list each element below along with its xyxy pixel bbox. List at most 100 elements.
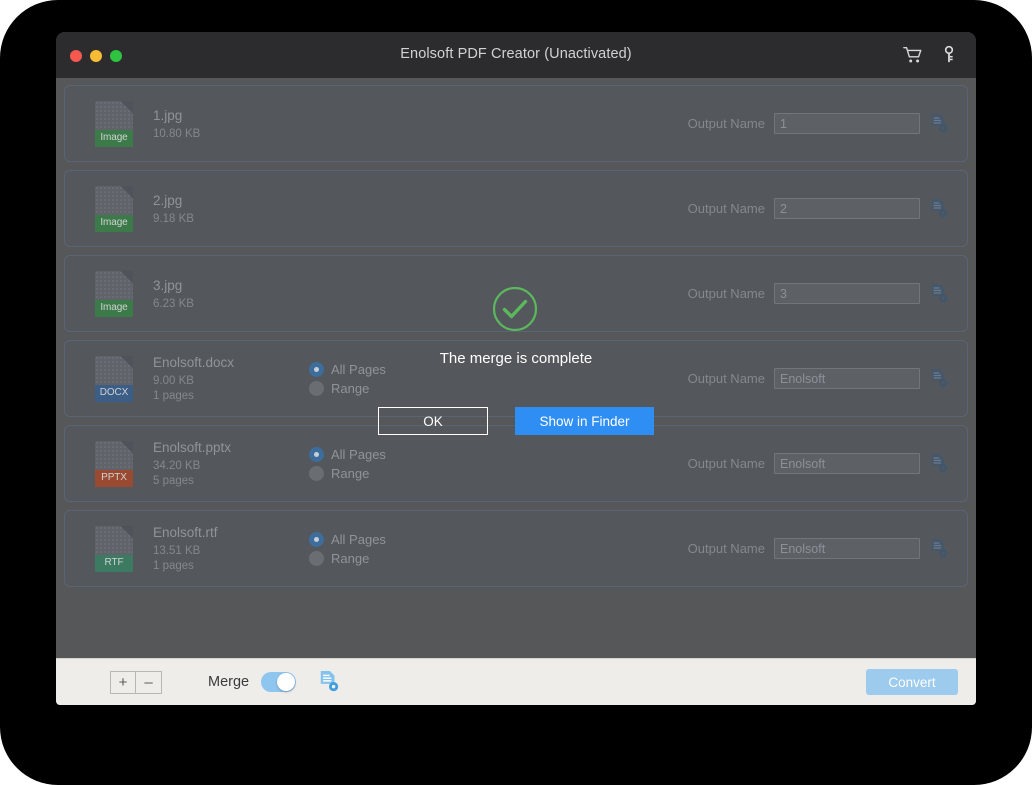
file-type-badge: Image — [95, 214, 133, 232]
output-name-group: Output Name — [688, 198, 967, 220]
file-type-icon: Image — [95, 185, 133, 232]
output-name-input[interactable] — [774, 283, 920, 304]
file-list: Image 1.jpg 10.80 KB Output Name Image 2.jpg 9… — [56, 78, 976, 658]
file-size: 9.18 KB — [153, 212, 194, 225]
add-remove-group: + – — [110, 670, 162, 694]
file-type-badge: DOCX — [95, 384, 133, 402]
output-name-label: Output Name — [687, 541, 765, 556]
output-name-group: Output Name — [688, 538, 967, 560]
radio-range[interactable]: Range — [309, 465, 489, 481]
ok-button[interactable]: OK — [378, 407, 488, 435]
radio-all-pages-indicator — [309, 446, 324, 462]
file-page-count: 1 pages — [153, 560, 194, 572]
radio-all-pages-label: All Pages — [331, 446, 386, 462]
file-row[interactable]: Image 2.jpg 9.18 KB Output Name — [64, 170, 968, 247]
output-name-label: Output Name — [687, 116, 765, 131]
radio-all-pages[interactable]: All Pages — [309, 446, 489, 462]
output-name-group: Output Name — [688, 368, 967, 390]
window-title: Enolsoft PDF Creator (Unactivated) — [400, 46, 632, 62]
file-name: 1.jpg — [153, 107, 183, 123]
file-type-icon: PPTX — [95, 440, 133, 487]
file-info: 3.jpg 6.23 KB — [153, 278, 303, 310]
file-type-icon: RTF — [95, 525, 133, 572]
output-name-group: Output Name — [688, 453, 967, 475]
output-settings-icon[interactable] — [929, 538, 949, 560]
output-name-label: Output Name — [687, 286, 765, 301]
titlebar-actions — [902, 43, 960, 67]
output-name-input[interactable] — [774, 198, 920, 219]
file-row[interactable]: Image 1.jpg 10.80 KB Output Name — [64, 85, 968, 162]
remove-file-button[interactable]: – — [136, 670, 162, 694]
radio-all-pages[interactable]: All Pages — [309, 531, 489, 547]
file-type-badge: PPTX — [95, 469, 133, 487]
radio-range-label: Range — [331, 380, 370, 396]
file-size: 6.23 KB — [153, 297, 194, 310]
radio-all-pages-label: All Pages — [331, 361, 386, 377]
file-page-count: 1 pages — [153, 390, 194, 402]
output-name-group: Output Name — [688, 113, 967, 135]
file-name: 2.jpg — [153, 192, 183, 208]
file-size: 9.00 KB — [153, 375, 194, 387]
page-range-options: All Pages Range — [309, 528, 489, 570]
radio-all-pages[interactable]: All Pages — [309, 361, 489, 377]
file-name: Enolsoft.docx — [153, 355, 235, 370]
file-type-badge: Image — [95, 299, 133, 317]
file-info: Enolsoft.pptx 34.20 KB 5 pages — [153, 440, 303, 487]
radio-range-indicator — [309, 550, 324, 566]
cart-icon[interactable] — [902, 43, 924, 67]
output-name-label: Output Name — [687, 201, 765, 216]
radio-range-indicator — [309, 465, 324, 481]
radio-all-pages-label: All Pages — [331, 531, 386, 547]
file-name: Enolsoft.pptx — [153, 440, 232, 455]
file-type-icon: DOCX — [95, 355, 133, 402]
add-file-button[interactable]: + — [110, 670, 136, 694]
file-page-count: 5 pages — [153, 475, 194, 487]
title-bar: Enolsoft PDF Creator (Unactivated) — [56, 32, 976, 78]
file-type-icon: Image — [95, 100, 133, 147]
merge-toggle-knob — [277, 673, 296, 691]
output-settings-icon[interactable] — [929, 368, 949, 390]
radio-range-label: Range — [331, 550, 370, 566]
file-row[interactable]: RTF Enolsoft.rtf 13.51 KB 1 pages All Pages R… — [64, 510, 968, 587]
output-name-input[interactable] — [774, 453, 920, 474]
merge-label: Merge — [208, 674, 250, 690]
show-in-finder-button[interactable]: Show in Finder — [515, 407, 654, 435]
radio-range[interactable]: Range — [309, 550, 489, 566]
output-settings-icon[interactable] — [929, 198, 949, 220]
output-name-group: Output Name — [688, 283, 967, 305]
file-info: Enolsoft.docx 9.00 KB 1 pages — [153, 355, 303, 402]
file-name: Enolsoft.rtf — [153, 525, 218, 540]
radio-range-label: Range — [331, 465, 370, 481]
file-row[interactable]: PPTX Enolsoft.pptx 34.20 KB 5 pages All Page… — [64, 425, 968, 502]
dialog-buttons: OK Show in Finder — [56, 407, 976, 435]
key-icon[interactable] — [938, 43, 960, 67]
file-row[interactable]: Image 3.jpg 6.23 KB Output Name — [64, 255, 968, 332]
document-settings-icon[interactable] — [318, 670, 340, 694]
output-settings-icon[interactable] — [929, 113, 949, 135]
output-settings-icon[interactable] — [929, 283, 949, 305]
file-type-icon: Image — [95, 270, 133, 317]
file-size: 34.20 KB — [153, 460, 201, 472]
convert-button[interactable]: Convert — [866, 669, 958, 695]
file-row[interactable]: DOCX Enolsoft.docx 9.00 KB 1 pages All Pages… — [64, 340, 968, 417]
file-name: 3.jpg — [153, 277, 183, 293]
file-info: Enolsoft.rtf 13.51 KB 1 pages — [153, 525, 303, 572]
output-name-label: Output Name — [687, 456, 765, 471]
file-type-badge: RTF — [95, 554, 133, 572]
radio-range[interactable]: Range — [309, 380, 489, 396]
output-name-input[interactable] — [774, 538, 920, 559]
page-range-options: All Pages Range — [309, 443, 489, 485]
file-type-badge: Image — [95, 129, 133, 147]
file-size: 10.80 KB — [153, 127, 201, 140]
output-name-label: Output Name — [687, 371, 765, 386]
output-settings-icon[interactable] — [929, 453, 949, 475]
file-size: 13.51 KB — [153, 545, 201, 557]
merge-toggle[interactable] — [261, 672, 297, 692]
radio-range-indicator — [309, 380, 324, 396]
output-name-input[interactable] — [774, 368, 920, 389]
app-window: Enolsoft PDF Creator (Unactivated) Image… — [56, 32, 976, 705]
radio-all-pages-indicator — [309, 361, 324, 377]
file-info: 2.jpg 9.18 KB — [153, 193, 303, 225]
output-name-input[interactable] — [774, 113, 920, 134]
page-range-options: All Pages Range — [309, 358, 489, 400]
